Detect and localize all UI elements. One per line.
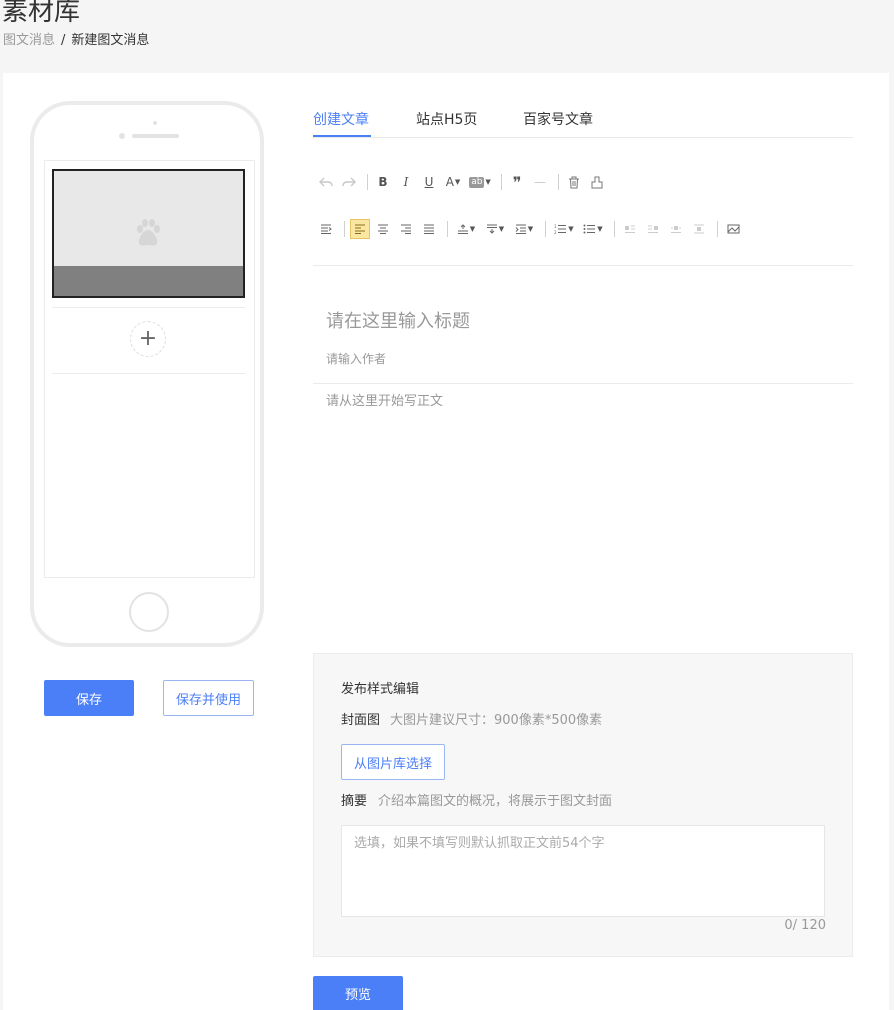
italic-icon[interactable]: I [396, 172, 416, 192]
phone-camera [153, 121, 157, 125]
tab-site-h5[interactable]: 站点H5页 [416, 110, 477, 130]
breadcrumb-link-news[interactable]: 图文消息 [3, 32, 55, 50]
unordered-list-icon[interactable]: ▼ [580, 219, 606, 239]
indent-icon[interactable] [316, 219, 336, 239]
toolbar-divider [614, 221, 615, 237]
toolbar-row-2: ▼ ▼ ▼ 1 2 ▼ ▼ [316, 219, 746, 239]
choose-from-library-button[interactable]: 从图片库选择 [341, 744, 445, 780]
redo-icon[interactable] [339, 172, 359, 192]
image-float-left-icon[interactable] [620, 219, 640, 239]
summary-placeholder: 选填，如果不填写则默认抓取正文前54个字 [354, 836, 605, 851]
cover-size-hint: 大图片建议尺寸：900像素*500像素 [390, 713, 603, 728]
save-and-use-button[interactable]: 保存并使用 [163, 680, 254, 716]
tab-create-article[interactable]: 创建文章 [313, 110, 369, 130]
editor-divider [313, 383, 853, 384]
toolbar-divider [367, 174, 368, 190]
trash-icon[interactable] [564, 172, 584, 192]
format-painter-icon[interactable] [587, 172, 607, 192]
text-indent-icon[interactable]: ▼ [511, 219, 537, 239]
toolbar-divider [447, 221, 448, 237]
toolbar-row-1: B I U A ▼ ab ▼ ❞ — [316, 172, 610, 192]
font-color-icon[interactable]: A ▼ [442, 172, 464, 192]
page-title: 素材库 [2, 0, 81, 27]
article-cover-title-band [54, 266, 243, 296]
toolbar-divider [545, 221, 546, 237]
phone-sensor [119, 133, 125, 139]
highlight-color-icon[interactable]: ab ▼ [467, 172, 493, 192]
horizontal-rule-icon[interactable]: — [530, 172, 550, 192]
toolbar-divider [344, 221, 345, 237]
add-article-button[interactable]: + [130, 321, 166, 357]
underline-icon[interactable]: U [419, 172, 439, 192]
svg-text:1: 1 [554, 224, 557, 229]
breadcrumb: 图文消息 / 新建图文消息 [3, 32, 149, 50]
summary-label: 摘要 [341, 794, 368, 809]
phone-divider [52, 373, 245, 374]
line-height-icon[interactable]: ▼ [453, 219, 479, 239]
image-center-icon[interactable] [689, 219, 709, 239]
active-tab-indicator [313, 135, 371, 137]
tabs-baseline [313, 137, 853, 138]
breadcrumb-current: 新建图文消息 [71, 33, 150, 48]
undo-icon[interactable] [316, 172, 336, 192]
align-center-icon[interactable] [373, 219, 393, 239]
save-button[interactable]: 保存 [44, 680, 134, 716]
article-body-editor[interactable]: 请从这里开始写正文 [326, 394, 443, 410]
insert-image-icon[interactable] [723, 219, 743, 239]
bold-icon[interactable]: B [373, 172, 393, 192]
phone-home-button [129, 592, 169, 632]
preview-button[interactable]: 预览 [313, 976, 403, 1010]
image-inline-icon[interactable] [666, 219, 686, 239]
baidu-paw-icon [137, 219, 160, 246]
plus-icon: + [138, 326, 158, 351]
align-right-icon[interactable] [396, 219, 416, 239]
publish-style-title: 发布样式编辑 [341, 682, 420, 697]
ordered-list-icon[interactable]: 1 2 ▼ [551, 219, 577, 239]
author-input[interactable]: 请输入作者 [326, 351, 386, 367]
paragraph-spacing-icon[interactable]: ▼ [482, 219, 508, 239]
image-float-right-icon[interactable] [643, 219, 663, 239]
blockquote-icon[interactable]: ❞ [507, 172, 527, 192]
align-left-icon[interactable] [350, 219, 370, 239]
summary-char-counter: 0/ 120 [784, 918, 826, 933]
toolbar-divider [501, 174, 502, 190]
toolbar-divider-line [313, 265, 853, 266]
phone-divider [52, 307, 245, 308]
svg-text:2: 2 [554, 230, 557, 234]
article-title-input[interactable]: 请在这里输入标题 [326, 310, 470, 334]
tab-baijiahao-article[interactable]: 百家号文章 [523, 110, 593, 130]
toolbar-divider [558, 174, 559, 190]
summary-hint: 介绍本篇图文的概况，将展示于图文封面 [378, 794, 613, 809]
cover-label: 封面图 [341, 713, 381, 728]
toolbar-divider [717, 221, 718, 237]
breadcrumb-separator: / [61, 33, 66, 48]
phone-speaker [132, 134, 179, 138]
align-justify-icon[interactable] [419, 219, 439, 239]
